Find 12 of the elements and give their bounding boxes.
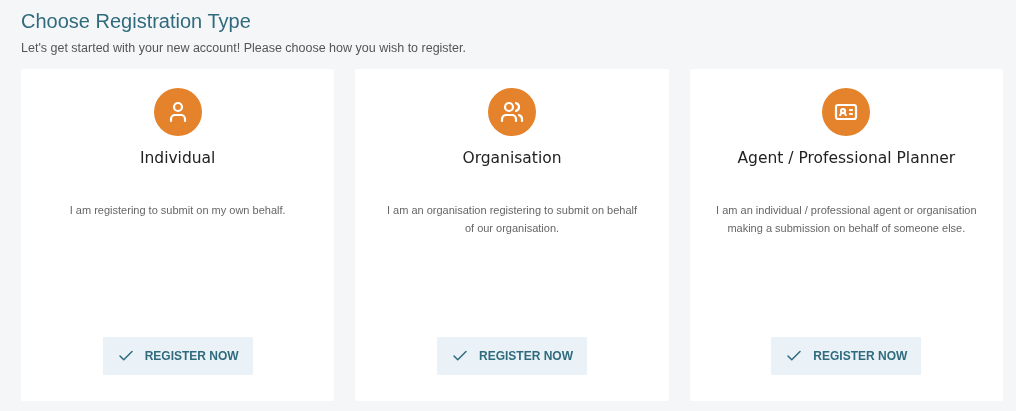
option-description: I am an organisation registering to submit on behalf of our organisation. <box>385 203 639 236</box>
page-title: Choose Registration Type <box>21 10 252 33</box>
register-button[interactable]: REGISTER NOW <box>102 337 253 375</box>
option-title: Organisation <box>462 149 562 167</box>
register-button[interactable]: REGISTER NOW <box>437 337 587 375</box>
option-description: I am registering to submit on my own behalf. <box>69 203 286 218</box>
register-button[interactable]: REGISTER NOW <box>771 337 922 375</box>
option-title: Agent / Professional Planner <box>737 149 956 167</box>
option-title: Individual <box>139 149 216 167</box>
option-description: I am an individual / professional agent or organisation making a submission on behalf of someone else. <box>715 203 977 236</box>
page-subtitle: Let's get started with your new account! Please choose how you wish to register. <box>21 41 467 55</box>
people-icon <box>500 100 524 124</box>
